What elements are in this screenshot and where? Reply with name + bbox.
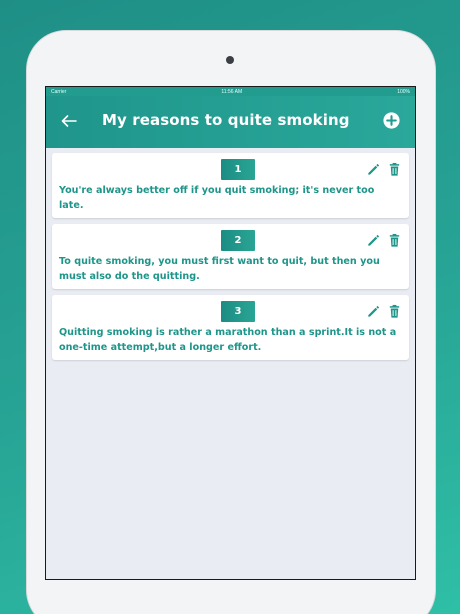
reasons-list: 1 You're always better off if you quit s… [46,148,415,360]
navigation-bar: My reasons to quite smoking [46,96,415,148]
reason-card-1: 1 You're always better off if you quit s… [52,153,409,218]
plus-circle-icon[interactable] [382,111,401,130]
reason-text: Quitting smoking is rather a marathon th… [59,327,397,353]
pencil-icon[interactable] [366,233,381,248]
reason-card-2: 2 To quite smoking, you must first want … [52,224,409,289]
reason-text: You're always better off if you quit smo… [59,185,375,211]
page-title: My reasons to quite smoking [102,111,350,129]
reason-text: To quite smoking, you must first want to… [59,256,380,282]
back-button[interactable] [58,110,80,132]
front-camera [226,56,234,64]
pencil-icon[interactable] [366,162,381,177]
status-battery: 100% [397,88,410,95]
reason-number-badge: 3 [221,301,255,322]
status-time: 11:56 AM [221,88,243,95]
arrow-left-icon [61,115,77,127]
reason-number-badge: 1 [221,159,255,180]
reason-number-badge: 2 [221,230,255,251]
reason-card-3: 3 Quitting smoking is rather a marathon … [52,295,409,360]
pencil-icon[interactable] [366,304,381,319]
trash-icon[interactable] [387,233,402,248]
status-bar: Carrier 11:56 AM 100% [46,87,415,96]
status-carrier: Carrier [51,88,67,95]
trash-icon[interactable] [387,304,402,319]
app-screen: Carrier 11:56 AM 100% My reasons to quit… [45,86,416,580]
trash-icon[interactable] [387,162,402,177]
